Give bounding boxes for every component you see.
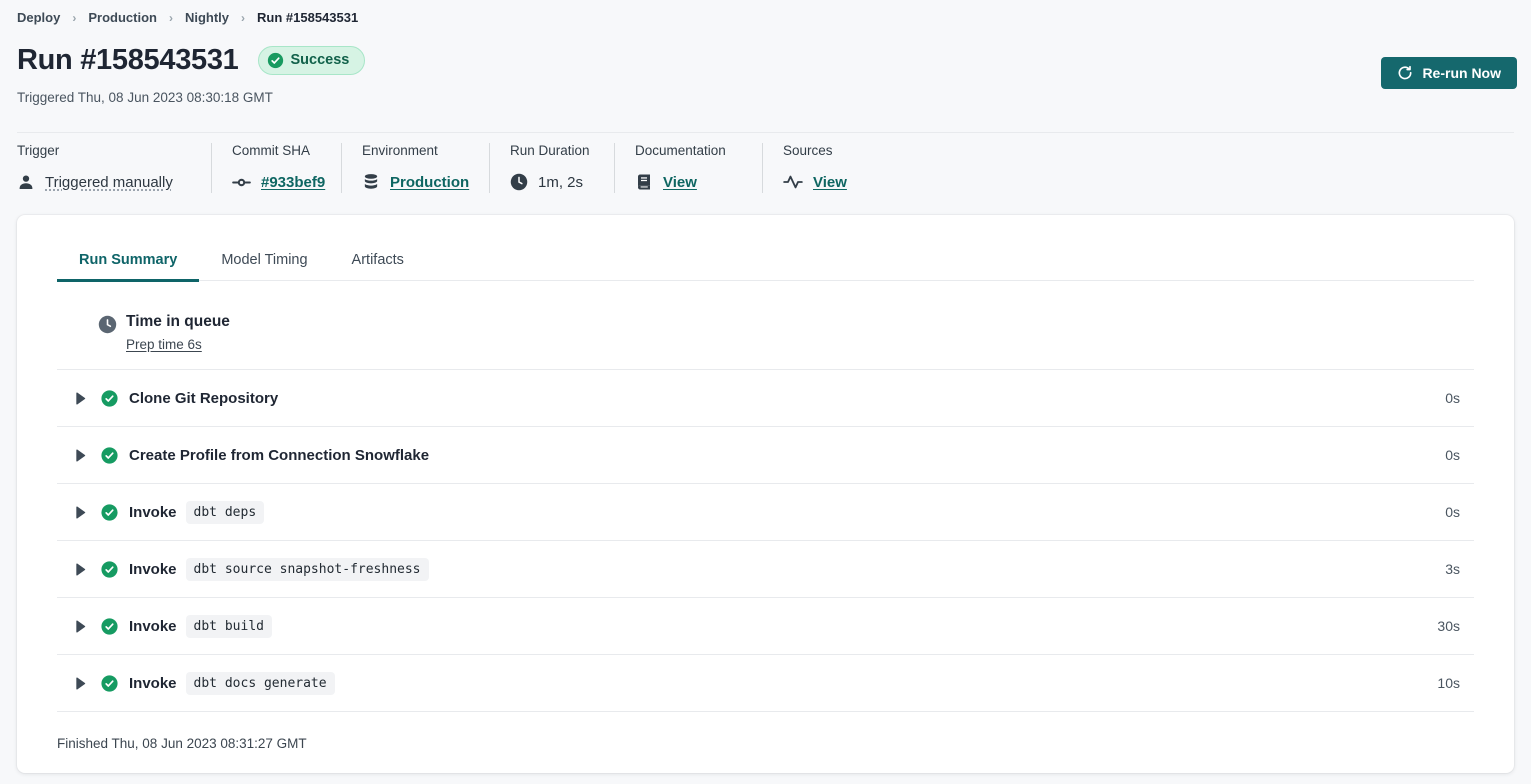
queue-title: Time in queue	[126, 313, 230, 331]
meta-column: Trigger Triggered manually	[17, 143, 211, 193]
tab-artifacts[interactable]: Artifacts	[330, 243, 426, 282]
step-row: Invoke dbt docs generate 10s	[57, 654, 1474, 711]
success-check-icon	[267, 52, 284, 69]
meta-label: Sources	[783, 143, 912, 158]
expand-caret-icon[interactable]	[73, 675, 88, 692]
meta-value[interactable]: View	[663, 174, 697, 191]
step-success-icon	[101, 447, 118, 464]
run-meta-strip: Trigger Triggered manually Commit SHA #9…	[17, 132, 1514, 193]
meta-column: Run Duration 1m, 2s	[489, 143, 614, 193]
breadcrumb-separator-icon: ›	[241, 11, 245, 25]
breadcrumb-separator-icon: ›	[72, 11, 76, 25]
step-success-icon	[101, 504, 118, 521]
step-duration: 3s	[1445, 561, 1460, 577]
expand-caret-icon[interactable]	[73, 390, 88, 407]
step-duration: 30s	[1437, 618, 1460, 634]
person-icon	[17, 173, 35, 191]
status-badge: Success	[258, 46, 366, 75]
clock-icon	[510, 173, 528, 191]
book-icon	[635, 173, 653, 191]
meta-column: Commit SHA #933bef9	[211, 143, 341, 193]
step-name: Clone Git Repository	[129, 390, 278, 407]
breadcrumb-separator-icon: ›	[169, 11, 173, 25]
meta-value: Triggered manually	[45, 174, 173, 191]
queue-text: Time in queue Prep time 6s	[126, 313, 230, 354]
expand-caret-icon[interactable]	[73, 447, 88, 464]
database-icon	[362, 173, 380, 191]
meta-value: 1m, 2s	[538, 174, 583, 191]
expand-caret-icon[interactable]	[73, 504, 88, 521]
step-command: dbt build	[186, 615, 272, 638]
step-success-icon	[101, 390, 118, 407]
step-name: Create Profile from Connection Snowflake	[129, 447, 429, 464]
step-row: Invoke dbt deps 0s	[57, 483, 1474, 540]
breadcrumb-item: Run #158543531	[257, 10, 358, 25]
step-command: dbt deps	[186, 501, 265, 524]
finished-timestamp: Finished Thu, 08 Jun 2023 08:31:27 GMT	[57, 712, 1474, 775]
step-duration: 10s	[1437, 675, 1460, 691]
meta-column: Environment Production	[341, 143, 489, 193]
status-badge-label: Success	[291, 52, 350, 68]
step-name: Invoke	[129, 561, 177, 578]
breadcrumb-item[interactable]: Nightly	[185, 10, 229, 25]
meta-column: Documentation View	[614, 143, 762, 193]
meta-column: Sources View	[762, 143, 912, 193]
expand-caret-icon[interactable]	[73, 561, 88, 578]
step-row: Create Profile from Connection Snowflake…	[57, 426, 1474, 483]
step-duration: 0s	[1445, 447, 1460, 463]
step-list: Clone Git Repository 0s Create Profile f…	[57, 369, 1474, 712]
step-command: dbt docs generate	[186, 672, 335, 695]
step-duration: 0s	[1445, 504, 1460, 520]
breadcrumb-item[interactable]: Deploy	[17, 10, 60, 25]
triggered-timestamp: Triggered Thu, 08 Jun 2023 08:30:18 GMT	[17, 90, 1514, 105]
pulse-icon	[783, 174, 803, 190]
step-name: Invoke	[129, 675, 177, 692]
run-detail-card: Run Summary Model Timing Artifacts Time …	[17, 215, 1514, 773]
step-row: Invoke dbt source snapshot-freshness 3s	[57, 540, 1474, 597]
meta-label: Trigger	[17, 143, 211, 158]
step-name: Invoke	[129, 618, 177, 635]
rerun-now-label: Re-run Now	[1422, 65, 1501, 81]
page-header: Deploy › Production › Nightly › Run #158543531…	[0, 0, 1531, 193]
tab-model-timing[interactable]: Model Timing	[199, 243, 329, 282]
meta-value[interactable]: #933bef9	[261, 174, 325, 191]
step-duration: 0s	[1445, 390, 1460, 406]
title-row: Run #158543531 Success	[17, 42, 1514, 78]
breadcrumb-item[interactable]: Production	[88, 10, 157, 25]
tab-run-summary[interactable]: Run Summary	[57, 243, 199, 282]
meta-label: Documentation	[635, 143, 762, 158]
refresh-icon	[1397, 65, 1413, 81]
step-row: Clone Git Repository 0s	[57, 369, 1474, 426]
page-title: Run #158543531	[17, 44, 239, 77]
meta-label: Run Duration	[510, 143, 614, 158]
meta-value[interactable]: View	[813, 174, 847, 191]
meta-value[interactable]: Production	[390, 174, 469, 191]
queue-clock-icon	[98, 315, 117, 334]
meta-label: Environment	[362, 143, 489, 158]
step-success-icon	[101, 561, 118, 578]
prep-time-link[interactable]: Prep time 6s	[126, 337, 202, 352]
step-success-icon	[101, 618, 118, 635]
step-row: Invoke dbt build 30s	[57, 597, 1474, 654]
meta-label: Commit SHA	[232, 143, 341, 158]
expand-caret-icon[interactable]	[73, 618, 88, 635]
tab-bar: Run Summary Model Timing Artifacts	[57, 215, 1474, 281]
breadcrumb: Deploy › Production › Nightly › Run #158543531	[17, 10, 1514, 25]
commit-icon	[232, 173, 251, 192]
rerun-now-button[interactable]: Re-run Now	[1381, 57, 1517, 89]
step-success-icon	[101, 675, 118, 692]
step-name: Invoke	[129, 504, 177, 521]
time-in-queue-section: Time in queue Prep time 6s	[57, 281, 1474, 369]
step-command: dbt source snapshot-freshness	[186, 558, 429, 581]
